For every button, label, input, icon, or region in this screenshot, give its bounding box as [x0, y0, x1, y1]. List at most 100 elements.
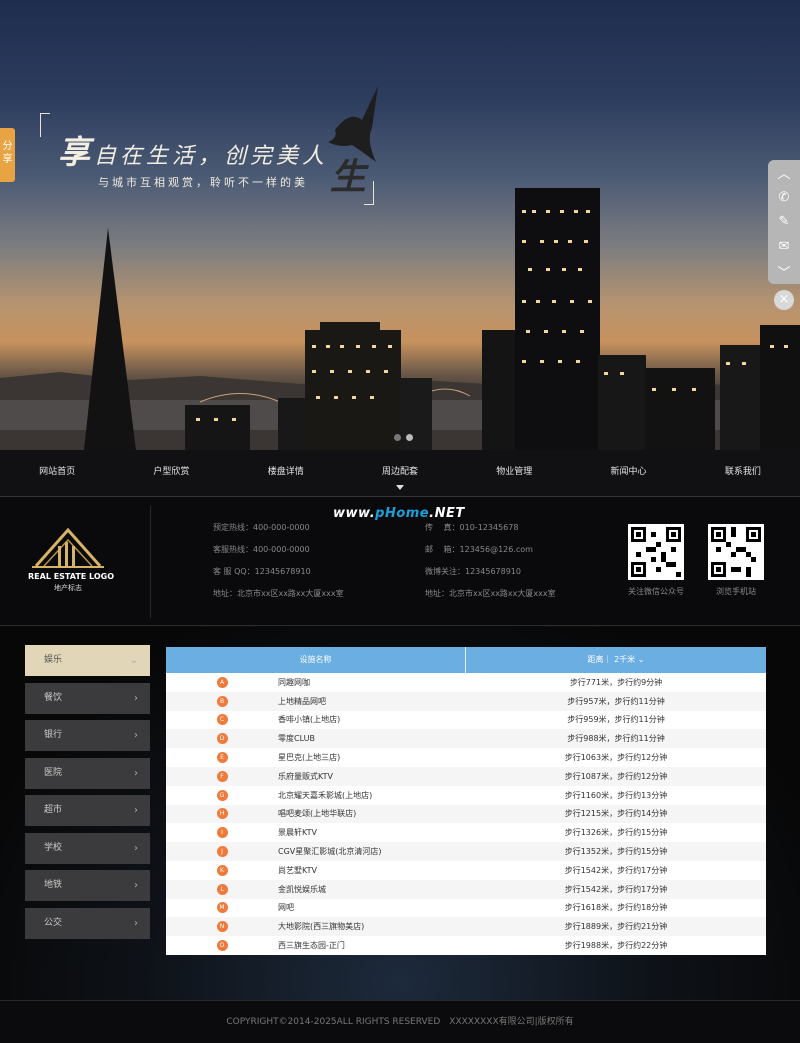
nav-item-property-management[interactable]: 物业管理 — [457, 450, 571, 496]
table-row[interactable]: C 香啡小镇(上地店) 步行959米，步行约11分钟 — [166, 711, 766, 730]
facility-distance: 步行1215米，步行约14分钟 — [564, 809, 668, 819]
chevron-right-icon: › — [134, 767, 138, 779]
facility-name[interactable]: 金凯悦娱乐城 — [278, 884, 466, 895]
table-row[interactable]: A 同趣网咖 步行771米，步行约9分钟 — [166, 673, 766, 692]
slogan-subtitle: 与城市互相观赏，聆听不一样的美 — [98, 176, 308, 189]
close-icon[interactable]: × — [774, 290, 794, 310]
facility-distance: 步行1542米，步行约17分钟 — [564, 865, 668, 875]
facility-name[interactable]: 大地影院(西三旗物美店) — [278, 921, 466, 932]
table-row[interactable]: I 景晨轩KTV 步行1326米，步行约15分钟 — [166, 823, 766, 842]
edit-icon[interactable]: ✎ — [768, 210, 800, 235]
table-row[interactable]: M 网吧 步行1618米，步行约18分钟 — [166, 899, 766, 918]
facility-name[interactable]: 同趣网咖 — [278, 677, 466, 688]
chevron-right-icon: › — [134, 805, 138, 816]
address-1: 地址：北京市xx区xx路xx大厦xxx室 — [213, 589, 344, 598]
table-row[interactable]: G 北京耀天嘉禾影城(上地店) 步行1160米，步行约13分钟 — [166, 786, 766, 805]
logo-mark-icon — [32, 527, 104, 568]
table-row[interactable]: O 西三旗生态园-正门 步行1988米，步行约22分钟 — [166, 936, 766, 955]
facility-name[interactable]: 星巴克(上地三店) — [278, 752, 466, 763]
facility-name[interactable]: 北京耀天嘉禾影城(上地店) — [278, 790, 466, 801]
facility-name[interactable]: 唱吧麦颂(上地华联店) — [278, 808, 466, 819]
mail-icon[interactable]: ✉ — [768, 234, 800, 259]
nav-item-surroundings[interactable]: 周边配套 — [343, 450, 457, 496]
header-distance-filter[interactable]: 距离｜ 2千米 ⌄ — [466, 647, 766, 673]
contact-column-1: 预定热线：400-000-0000 客服热线：400-000-0000 客 服 … — [213, 522, 344, 610]
category-hospital[interactable]: 医院 › — [25, 757, 150, 789]
table-row[interactable]: J CGV星聚汇影城(北京清河店) 步行1352米，步行约15分钟 — [166, 842, 766, 861]
map-marker-icon: H — [216, 808, 228, 820]
chevron-down-icon[interactable]: ﹀ — [768, 259, 800, 284]
chevron-right-icon: › — [134, 692, 138, 704]
facility-name[interactable]: 乐府量贩式KTV — [278, 771, 466, 782]
nav-item-property-details[interactable]: 楼盘详情 — [229, 450, 343, 496]
main-nav: 网站首页 户型欣赏 楼盘详情 周边配套 物业管理 新闻中心 联系我们 — [0, 450, 800, 497]
map-marker-icon: A — [216, 676, 228, 688]
map-marker-icon: E — [216, 752, 228, 764]
nav-item-news[interactable]: 新闻中心 — [571, 450, 685, 496]
chevron-right-icon: › — [134, 880, 138, 891]
table-row[interactable]: E 星巴克(上地三店) 步行1063米，步行约12分钟 — [166, 748, 766, 767]
facility-distance: 步行1063米，步行约12分钟 — [564, 753, 668, 763]
share-tab[interactable]: 分享 — [0, 128, 15, 182]
slogan-main-text: 自在生活，创完美人 — [94, 144, 329, 169]
category-label: 娱乐 — [44, 655, 63, 665]
address-2: 地址：北京市xx区xx路xx大厦xxx室 — [425, 589, 556, 598]
table-row[interactable]: N 大地影院(西三旗物美店) 步行1889米，步行约21分钟 — [166, 917, 766, 937]
table-row[interactable]: B 上地精品网吧 步行957米，步行约11分钟 — [166, 691, 766, 711]
facility-name[interactable]: 香啡小镇(上地店) — [278, 714, 466, 725]
chevron-up-icon[interactable]: ︿ — [768, 160, 800, 185]
category-label: 银行 — [44, 730, 63, 740]
map-marker-icon: N — [216, 921, 228, 933]
surroundings-section: 娱乐 ⌄ 餐饮 › 银行 › 医院 › 超市 › 学校 › 地铁 › 公交 › 设施名称 距离｜… — [0, 627, 800, 1000]
facilities-table: 设施名称 距离｜ 2千米 ⌄ A 同趣网咖 步行771米，步行约9分钟 B 上地精品网吧… — [166, 647, 766, 955]
wechat-qr-label: 关注微信公众号 — [628, 587, 684, 596]
carousel-dot[interactable] — [394, 434, 401, 441]
table-row[interactable]: K 尚艺墅KTV 步行1542米，步行约17分钟 — [166, 861, 766, 880]
map-marker-icon: G — [216, 789, 228, 801]
facility-distance: 步行1087米，步行约12分钟 — [564, 771, 668, 781]
mobile-site-qr-code — [708, 524, 764, 580]
table-row[interactable]: D 零度CLUB 步行988米，步行约11分钟 — [166, 729, 766, 749]
nav-item-contact[interactable]: 联系我们 — [686, 450, 800, 496]
site-watermark: www.pHome.NET — [333, 506, 465, 521]
divider — [150, 506, 151, 618]
facility-name[interactable]: 尚艺墅KTV — [278, 865, 466, 876]
category-supermarket[interactable]: 超市 › — [25, 795, 150, 826]
footer: COPYRIGHT©2014-2025ALL RIGHTS RESERVED X… — [0, 1000, 800, 1043]
category-bus[interactable]: 公交 › — [25, 907, 150, 939]
marker-cell: O — [166, 940, 278, 952]
contact-info-band: REAL ESTATE LOGO 地产标志 www.pHome.NET 预定热线… — [0, 498, 800, 626]
facility-name[interactable]: 网吧 — [278, 902, 466, 913]
category-entertainment[interactable]: 娱乐 ⌄ — [25, 645, 150, 676]
marker-cell: I — [166, 827, 278, 839]
map-marker-icon: F — [216, 770, 228, 782]
nav-item-floorplans[interactable]: 户型欣赏 — [114, 450, 228, 496]
facility-distance: 步行1542米，步行约17分钟 — [564, 884, 668, 894]
facility-name[interactable]: CGV星聚汇影城(北京清河店) — [278, 846, 466, 857]
email[interactable]: 邮 箱：123456@126.com — [425, 544, 556, 566]
company-logo[interactable]: REAL ESTATE LOGO 地产标志 — [28, 524, 114, 596]
facility-name[interactable]: 上地精品网吧 — [278, 696, 466, 707]
marker-cell: G — [166, 789, 278, 801]
category-bank[interactable]: 银行 › — [25, 720, 150, 751]
category-dining[interactable]: 餐饮 › — [25, 682, 150, 714]
facility-name[interactable]: 零度CLUB — [278, 733, 466, 744]
wechat-qr-code — [628, 524, 684, 580]
slogan-big-char: 享 — [58, 133, 95, 171]
marker-cell: H — [166, 808, 278, 820]
facility-name[interactable]: 西三旗生态园-正门 — [278, 940, 466, 951]
phone-icon[interactable]: ✆ — [768, 185, 800, 210]
logo-chinese-text: 地产标志 — [54, 584, 82, 592]
table-row[interactable]: L 金凯悦娱乐城 步行1542米，步行约17分钟 — [166, 879, 766, 899]
category-subway[interactable]: 地铁 › — [25, 870, 150, 901]
category-school[interactable]: 学校 › — [25, 832, 150, 864]
table-row[interactable]: F 乐府量贩式KTV 步行1087米，步行约12分钟 — [166, 766, 766, 786]
table-row[interactable]: H 唱吧麦颂(上地华联店) 步行1215米，步行约14分钟 — [166, 804, 766, 824]
map-marker-icon: B — [216, 695, 228, 707]
marker-cell: C — [166, 714, 278, 726]
facility-name[interactable]: 景晨轩KTV — [278, 827, 466, 838]
map-marker-icon: K — [216, 864, 228, 876]
nav-item-home[interactable]: 网站首页 — [0, 450, 114, 496]
header-facility-name[interactable]: 设施名称 — [166, 647, 466, 673]
carousel-dot-active[interactable] — [406, 434, 413, 441]
